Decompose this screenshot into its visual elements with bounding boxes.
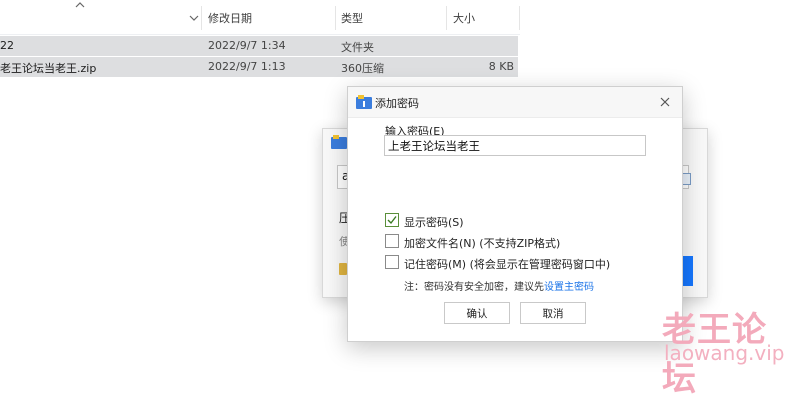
column-divider[interactable] — [201, 6, 202, 30]
note-text: 注：密码没有安全加密，建议先 — [404, 282, 544, 293]
column-header-date[interactable]: 修改日期 — [208, 10, 252, 26]
show-password-checkbox[interactable] — [385, 213, 399, 227]
watermark-url: laowang.vip — [664, 341, 785, 365]
column-header-type[interactable]: 类型 — [341, 10, 363, 26]
password-input[interactable] — [384, 135, 646, 156]
file-date: 2022/9/7 1:13 — [208, 60, 286, 73]
close-icon[interactable] — [658, 95, 672, 109]
encrypt-filenames-checkbox[interactable] — [385, 234, 399, 248]
column-header-size[interactable]: 大小 — [453, 10, 475, 26]
file-type: 360压缩 — [341, 62, 384, 75]
column-divider[interactable] — [446, 6, 447, 30]
file-row-folder[interactable]: 22 2022/9/7 1:34 文件夹 — [0, 36, 518, 56]
dialog-title: 添加密码 — [375, 97, 419, 110]
lock-icon[interactable] — [339, 263, 347, 275]
dialog-titlebar[interactable]: 添加密码 — [348, 87, 682, 118]
cancel-button[interactable]: 取消 — [520, 302, 586, 324]
set-master-password-link[interactable]: 设置主密码 — [544, 282, 594, 293]
encrypt-filenames-label[interactable]: 加密文件名(N) (不支持ZIP格式) — [404, 235, 560, 251]
file-row-zip[interactable]: 老王论坛当老王.zip 2022/9/7 1:13 360压缩 8 KB — [0, 57, 518, 77]
file-list-header: 修改日期 类型 大小 — [0, 0, 520, 35]
column-divider[interactable] — [335, 6, 336, 30]
file-type: 文件夹 — [341, 41, 374, 54]
file-name: 22 — [0, 39, 14, 52]
remember-password-checkbox[interactable] — [385, 255, 399, 269]
chevron-down-icon[interactable] — [189, 14, 199, 22]
file-name: 老王论坛当老王.zip — [0, 62, 97, 75]
security-note: 注：密码没有安全加密，建议先设置主密码 — [404, 278, 594, 293]
show-password-label[interactable]: 显示密码(S) — [404, 214, 464, 230]
file-date: 2022/9/7 1:34 — [208, 39, 286, 52]
add-password-dialog: 添加密码 输入密码(E) 显示密码(S) 加密文件名(N) (不支持ZIP格式)… — [347, 86, 683, 342]
remember-password-label[interactable]: 记住密码(M) (将会显示在管理密码窗口中) — [404, 256, 610, 272]
archive-icon — [356, 95, 372, 109]
column-divider[interactable] — [519, 6, 520, 30]
archive-icon — [331, 135, 347, 149]
confirm-button[interactable]: 确认 — [444, 302, 510, 324]
file-size: 8 KB — [488, 60, 514, 73]
sort-ascending-icon[interactable] — [75, 1, 85, 9]
